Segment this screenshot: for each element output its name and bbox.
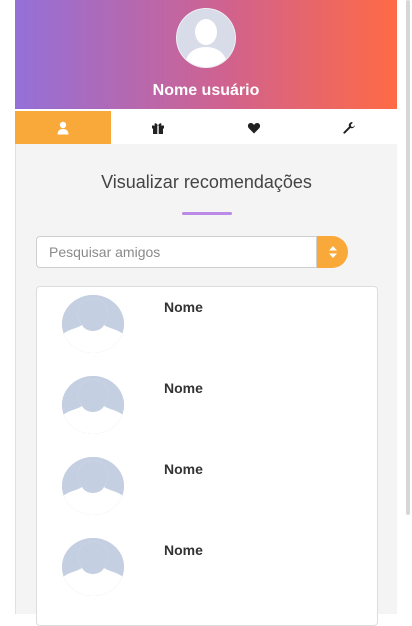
tab-settings[interactable] (301, 111, 397, 144)
tab-profile[interactable] (15, 111, 111, 144)
avatar-silhouette-icon (62, 295, 124, 353)
tab-favorites[interactable] (206, 111, 302, 144)
profile-tabs (15, 111, 397, 144)
profile-avatar[interactable] (176, 8, 236, 68)
page-scrollbar[interactable] (406, 0, 410, 515)
friends-list: Nome Nome Nome Nome (36, 286, 378, 626)
sort-icon (328, 246, 337, 258)
tab-gifts[interactable] (110, 111, 206, 144)
friend-avatar (62, 295, 124, 353)
gift-icon (152, 122, 165, 134)
friend-avatar (62, 538, 124, 596)
sort-button[interactable] (317, 236, 348, 268)
list-item[interactable]: Nome (37, 449, 377, 530)
wrench-icon (343, 121, 356, 134)
heart-icon (247, 122, 260, 133)
friend-avatar (62, 376, 124, 434)
avatar-silhouette-icon (177, 9, 235, 67)
avatar-silhouette-icon (62, 457, 124, 515)
profile-header: Nome usuário (15, 0, 397, 109)
avatar-silhouette-icon (62, 538, 124, 596)
list-item[interactable]: Nome (37, 368, 377, 449)
friend-name: Nome (164, 542, 203, 558)
search-friends-input[interactable] (36, 236, 317, 268)
friend-name: Nome (164, 299, 203, 315)
title-underline (182, 212, 232, 215)
profile-username: Nome usuário (152, 82, 260, 99)
panel-title: Visualizar recomendações (101, 172, 312, 192)
user-icon (57, 121, 69, 134)
friend-name: Nome (164, 461, 203, 477)
friend-avatar (62, 457, 124, 515)
recommendations-panel: Visualizar recomendações Nome (15, 144, 397, 626)
list-item[interactable]: Nome (37, 530, 377, 611)
avatar-silhouette-icon (62, 376, 124, 434)
friend-name: Nome (164, 380, 203, 396)
list-item[interactable]: Nome (37, 287, 377, 368)
